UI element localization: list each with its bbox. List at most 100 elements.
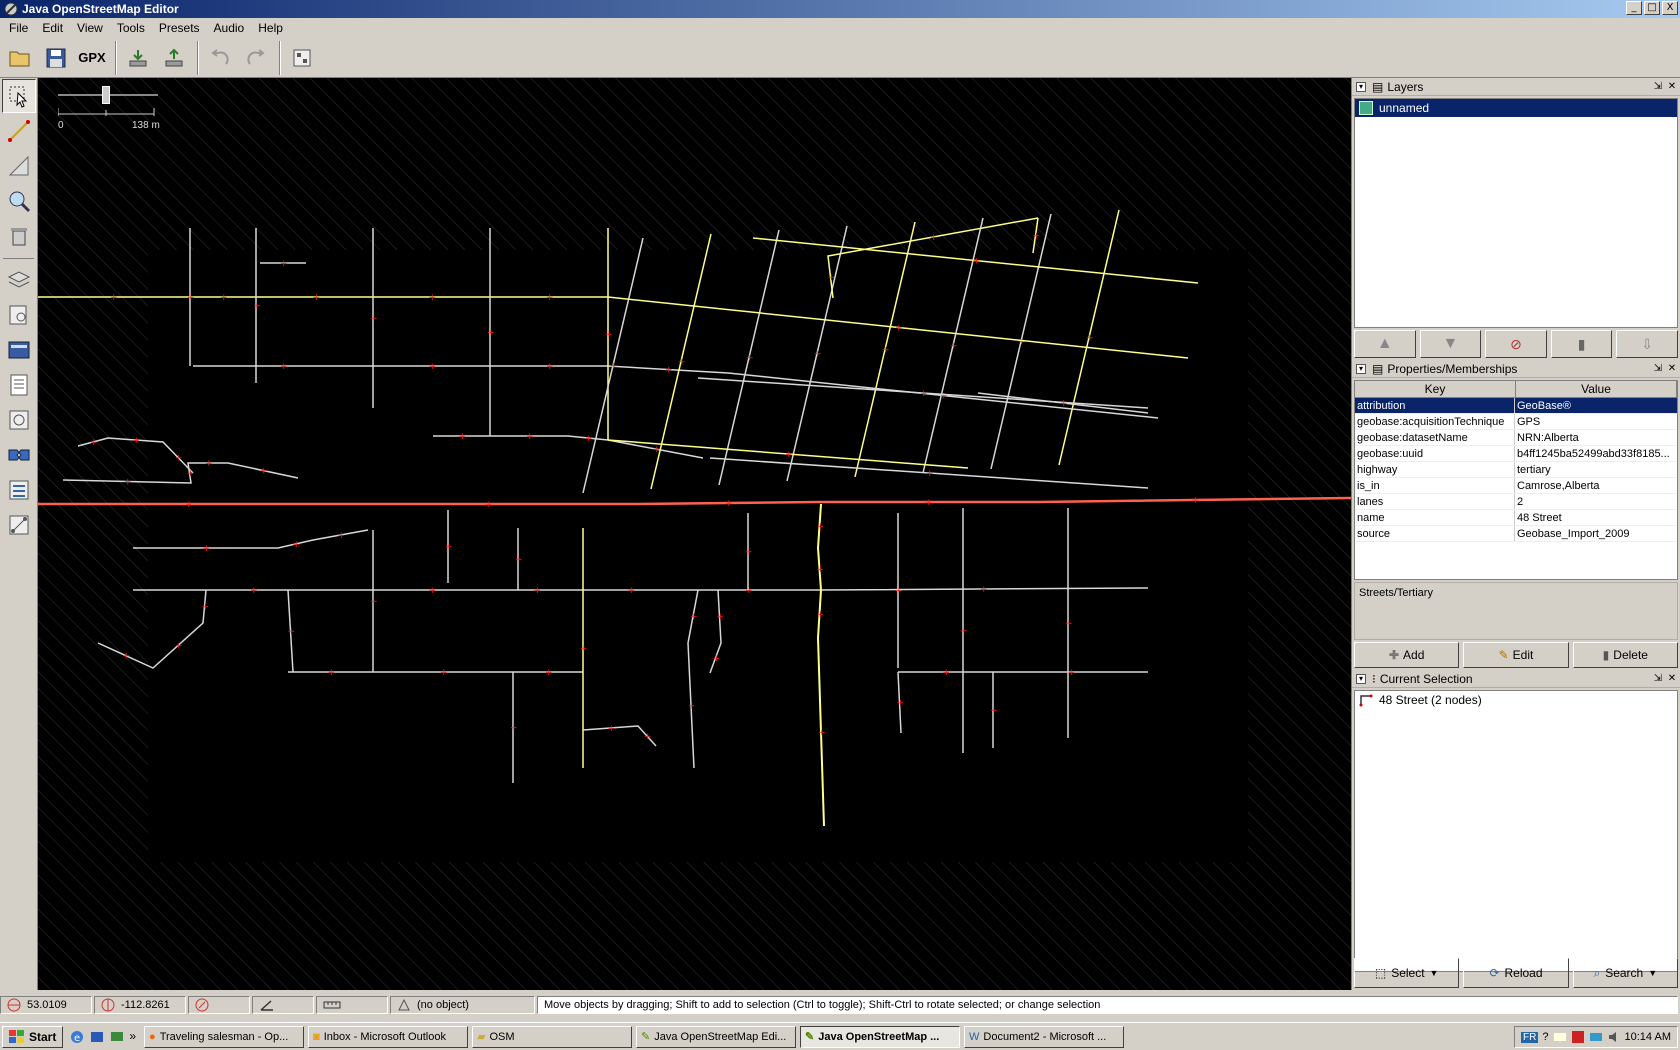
node-marker[interactable]: +	[943, 668, 951, 678]
zoom-mode-button[interactable]	[2, 184, 36, 218]
node-marker[interactable]: +	[1192, 496, 1200, 506]
node-marker[interactable]: +	[895, 324, 903, 334]
merge-layer-button[interactable]: ⇩	[1616, 330, 1678, 358]
node-marker[interactable]: +	[429, 586, 437, 596]
undock-icon[interactable]: ⇲	[1652, 673, 1664, 685]
download-button[interactable]	[121, 41, 155, 75]
node-marker[interactable]: +	[485, 500, 493, 510]
task-button[interactable]: ▰ OSM	[472, 1025, 633, 1048]
node-marker[interactable]: +	[818, 728, 826, 738]
node-marker[interactable]: +	[814, 350, 822, 360]
node-marker[interactable]: +	[546, 362, 554, 372]
table-row[interactable]: geobase:uuid b4ff1245ba52499abd33f8185...	[1355, 446, 1677, 462]
node-marker[interactable]: +	[123, 652, 131, 662]
node-marker[interactable]: +	[926, 469, 934, 479]
menu-help[interactable]: Help	[251, 21, 290, 35]
node-marker[interactable]: +	[203, 544, 211, 554]
network-icon[interactable]	[1589, 1030, 1603, 1044]
node-marker[interactable]: +	[817, 565, 825, 575]
menu-presets[interactable]: Presets	[152, 21, 207, 35]
layers-list[interactable]: unnamed	[1354, 98, 1678, 328]
language-indicator[interactable]: FR	[1521, 1031, 1539, 1043]
table-row[interactable]: geobase:acquisitionTechnique GPS	[1355, 414, 1677, 430]
node-marker[interactable]: +	[725, 499, 733, 509]
node-marker[interactable]: +	[328, 668, 336, 678]
node-marker[interactable]: +	[429, 293, 437, 303]
node-marker[interactable]: +	[980, 585, 988, 595]
node-marker[interactable]: +	[545, 668, 553, 678]
node-marker[interactable]: +	[510, 724, 518, 734]
preferences-button[interactable]	[285, 41, 319, 75]
task-button[interactable]: W Document2 - Microsoft ...	[964, 1025, 1125, 1048]
maximize-button[interactable]: □	[1644, 1, 1660, 15]
node-marker[interactable]: +	[338, 531, 346, 541]
table-row[interactable]: attribution GeoBase®	[1355, 398, 1677, 414]
node-marker[interactable]: +	[429, 362, 437, 372]
node-marker[interactable]: +	[288, 627, 296, 637]
node-marker[interactable]: +	[713, 654, 721, 664]
move-layer-down-button[interactable]: ▼	[1419, 330, 1482, 358]
edit-tag-button[interactable]: ✎ Edit	[1463, 642, 1569, 668]
node-marker[interactable]: +	[220, 293, 228, 303]
start-button[interactable]: Start	[2, 1025, 64, 1048]
node-marker[interactable]: +	[950, 342, 958, 352]
minimize-button[interactable]: _	[1626, 1, 1642, 15]
node-marker[interactable]: +	[487, 328, 495, 338]
node-marker[interactable]: +	[445, 543, 453, 553]
reload-button[interactable]: ⟳ Reload	[1463, 958, 1569, 988]
open-button[interactable]	[3, 41, 37, 75]
map-canvas[interactable]: + + + + + + + + + + + + + + + + + + + + + + + + + + + + + + + + + + + + + + + +…	[38, 78, 1351, 990]
node-marker[interactable]: +	[690, 613, 698, 623]
toggle-selection-list-button[interactable]	[2, 333, 36, 367]
node-marker[interactable]: +	[610, 362, 618, 372]
node-marker[interactable]: +	[973, 257, 981, 267]
node-marker[interactable]: +	[605, 330, 613, 340]
antivirus-icon[interactable]	[1571, 1030, 1585, 1044]
toggle-layers-button[interactable]	[2, 263, 36, 297]
table-row[interactable]: source Geobase_Import_2009	[1355, 526, 1677, 542]
task-button[interactable]: ✎ Java OpenStreetMap ...	[800, 1025, 961, 1048]
table-row[interactable]: highway tertiary	[1355, 462, 1677, 478]
node-marker[interactable]: +	[665, 366, 673, 376]
node-marker[interactable]: +	[895, 587, 903, 597]
map-view[interactable]: + + + + + + + + + + + + + + + + + + + + + + + + + + + + + + + + + + + + + + + +…	[38, 78, 1351, 990]
toggle-properties-button[interactable]	[2, 298, 36, 332]
close-panel-icon[interactable]: ✕	[1666, 81, 1678, 93]
layer-item[interactable]: unnamed	[1355, 99, 1677, 117]
close-button[interactable]: X	[1662, 1, 1678, 15]
task-button[interactable]: ◙ Inbox - Microsoft Outlook	[308, 1025, 469, 1048]
node-marker[interactable]: +	[202, 603, 210, 613]
delete-tool-button[interactable]	[2, 219, 36, 253]
node-marker[interactable]: +	[515, 555, 523, 565]
key-column-header[interactable]: Key	[1355, 381, 1516, 397]
value-column-header[interactable]: Value	[1516, 381, 1677, 397]
node-marker[interactable]: +	[253, 302, 261, 312]
node-marker[interactable]: +	[746, 354, 754, 364]
more-icon[interactable]: »	[129, 1029, 136, 1045]
node-marker[interactable]: +	[1033, 232, 1041, 242]
node-marker[interactable]: +	[546, 293, 554, 303]
node-marker[interactable]: +	[828, 273, 836, 283]
node-marker[interactable]: +	[440, 668, 448, 678]
node-marker[interactable]: +	[90, 438, 98, 448]
node-marker[interactable]: +	[459, 432, 467, 442]
chevron-down-icon[interactable]: ▼	[1648, 968, 1657, 978]
table-row[interactable]: lanes 2	[1355, 494, 1677, 510]
node-marker[interactable]: +	[1060, 399, 1068, 409]
node-marker[interactable]: +	[644, 732, 652, 742]
select-button[interactable]: ⬚ Select ▼	[1354, 958, 1460, 988]
node-marker[interactable]: +	[110, 293, 118, 303]
outlook-icon[interactable]	[89, 1029, 105, 1045]
node-marker[interactable]: +	[585, 434, 593, 444]
preset-name[interactable]: Streets/Tertiary	[1359, 587, 1433, 599]
node-marker[interactable]: +	[293, 540, 301, 550]
node-marker[interactable]: +	[370, 314, 378, 324]
node-marker[interactable]: +	[370, 597, 378, 607]
node-marker[interactable]: +	[175, 642, 183, 652]
node-marker[interactable]: +	[205, 459, 213, 469]
select-mode-button[interactable]	[2, 79, 36, 113]
list-item[interactable]: 48 Street (2 nodes)	[1355, 691, 1677, 709]
node-marker[interactable]: +	[280, 259, 288, 269]
toggle-commands-button[interactable]	[2, 368, 36, 402]
add-tag-button[interactable]: ✚ Add	[1354, 642, 1460, 668]
